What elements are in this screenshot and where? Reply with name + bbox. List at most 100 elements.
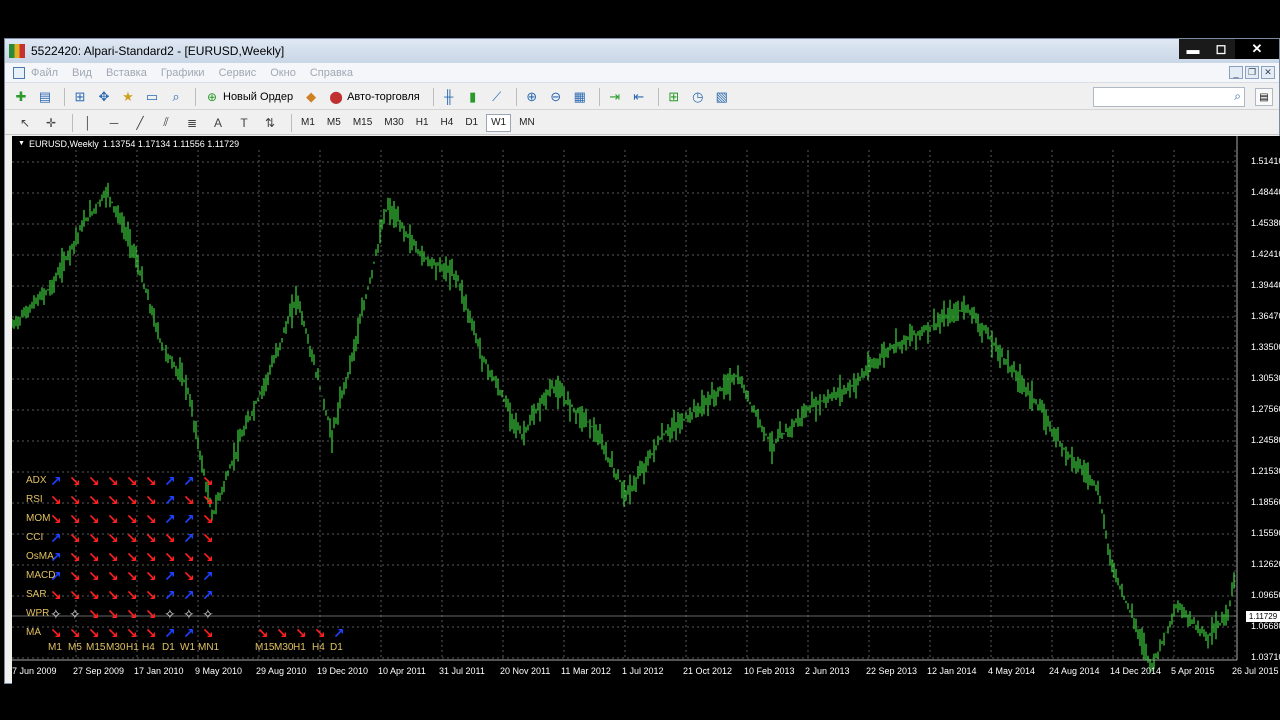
menu-window[interactable]: Окно bbox=[270, 67, 296, 79]
signal-down-arrow-icon: ↘ bbox=[145, 607, 157, 623]
signal-down-arrow-icon: ↘ bbox=[126, 588, 138, 604]
mdi-minimize-icon[interactable]: _ bbox=[1229, 66, 1243, 79]
title-bar[interactable]: 5522420: Alpari-Standard2 - [EURUSD,Week… bbox=[5, 39, 1279, 63]
signal-down-arrow-icon: ↘ bbox=[107, 569, 119, 585]
horizontal-line-icon[interactable]: ─ bbox=[104, 113, 124, 133]
panel-secondary-timeframe-label: H4 bbox=[312, 642, 325, 653]
new-order-button[interactable]: ⊕ Новый Ордер bbox=[201, 87, 297, 107]
signal-down-arrow-icon: ↘ bbox=[69, 569, 81, 585]
templates-icon[interactable]: ▧ bbox=[712, 87, 732, 107]
new-chart-icon[interactable]: ✚ bbox=[11, 87, 31, 107]
indicator-label-adx: ADX bbox=[26, 475, 47, 486]
timeframe-h1-button[interactable]: H1 bbox=[412, 114, 433, 132]
auto-scroll-icon[interactable]: ⇥ bbox=[605, 87, 625, 107]
timeframe-m15-button[interactable]: M15 bbox=[349, 114, 376, 132]
menu-help[interactable]: Справка bbox=[310, 67, 353, 79]
date-tick-label: 24 Aug 2014 bbox=[1049, 666, 1100, 676]
price-chart[interactable]: ▼ EURUSD,Weekly 1.13754 1.17134 1.11556 … bbox=[12, 136, 1280, 684]
timeframe-mn-button[interactable]: MN bbox=[515, 114, 539, 132]
search-icon[interactable]: ⌕ bbox=[1234, 89, 1241, 104]
date-tick-label: 12 Jan 2014 bbox=[927, 666, 977, 676]
menu-file[interactable]: Файл bbox=[31, 67, 58, 79]
indicators-icon[interactable]: ⊞ bbox=[664, 87, 684, 107]
new-order-icon: ⊕ bbox=[206, 89, 218, 104]
mdi-close-icon[interactable]: ✕ bbox=[1261, 66, 1275, 79]
date-tick-label: 27 Sep 2009 bbox=[73, 666, 125, 676]
signal-down-arrow-icon: ↘ bbox=[183, 493, 195, 509]
bar-chart-icon[interactable]: ╫ bbox=[439, 87, 459, 107]
zoom-out-icon[interactable]: ⊖ bbox=[546, 87, 566, 107]
meta-editor-icon[interactable]: ◆ bbox=[301, 87, 321, 107]
close-button[interactable]: ✕ bbox=[1235, 39, 1279, 59]
vertical-line-icon[interactable]: │ bbox=[78, 113, 98, 133]
signal-down-arrow-icon: ↘ bbox=[88, 512, 100, 528]
signal-up-arrow-icon: ↗ bbox=[202, 588, 214, 604]
menu-charts[interactable]: Графики bbox=[161, 67, 205, 79]
signal-down-arrow-icon: ↘ bbox=[257, 626, 269, 642]
price-tick-label: 1.12620 bbox=[1251, 559, 1280, 569]
text-icon[interactable]: A bbox=[208, 113, 228, 133]
menu-view[interactable]: Вид bbox=[72, 67, 92, 79]
crosshair-icon[interactable]: ✛ bbox=[41, 113, 61, 133]
menu-insert[interactable]: Вставка bbox=[106, 67, 147, 79]
signal-neutral-icon: ✧ bbox=[164, 607, 176, 623]
date-tick-label: 29 Aug 2010 bbox=[256, 666, 307, 676]
minimize-button[interactable]: ▬ bbox=[1179, 39, 1207, 59]
periods-icon[interactable]: ◷ bbox=[688, 87, 708, 107]
signal-down-arrow-icon: ↘ bbox=[314, 626, 326, 642]
arrows-icon[interactable]: ⇅ bbox=[260, 113, 280, 133]
text-label-icon[interactable]: T bbox=[234, 113, 254, 133]
timeframe-m30-button[interactable]: M30 bbox=[380, 114, 407, 132]
signal-down-arrow-icon: ↘ bbox=[202, 493, 214, 509]
timeframe-h4-button[interactable]: H4 bbox=[437, 114, 458, 132]
terminal-icon[interactable]: ▭ bbox=[142, 87, 162, 107]
signal-neutral-icon: ✧ bbox=[50, 607, 62, 623]
panel-secondary-timeframe-label: H1 bbox=[293, 642, 306, 653]
price-tick-label: 1.45380 bbox=[1251, 218, 1280, 228]
price-tick-label: 1.36470 bbox=[1251, 311, 1280, 321]
navigator-icon[interactable]: ★ bbox=[118, 87, 138, 107]
cursor-icon[interactable]: ↖ bbox=[15, 113, 35, 133]
indicator-label-cci: CCI bbox=[26, 532, 44, 543]
price-tick-label: 1.33500 bbox=[1251, 342, 1280, 352]
timeframe-d1-button[interactable]: D1 bbox=[461, 114, 482, 132]
timeframe-m5-button[interactable]: M5 bbox=[323, 114, 345, 132]
trendline-icon[interactable]: ╱ bbox=[130, 113, 150, 133]
mdi-restore-icon[interactable]: ❐ bbox=[1245, 66, 1259, 79]
strategy-tester-icon[interactable]: ⌕ bbox=[166, 87, 186, 107]
signal-down-arrow-icon: ↘ bbox=[295, 626, 307, 642]
market-watch-icon[interactable]: ⊞ bbox=[70, 87, 90, 107]
maximize-button[interactable]: ◻ bbox=[1207, 39, 1235, 59]
profiles-icon[interactable]: ▤ bbox=[35, 87, 55, 107]
chart-document-icon[interactable] bbox=[13, 66, 25, 79]
signal-down-arrow-icon: ↘ bbox=[126, 512, 138, 528]
signal-down-arrow-icon: ↘ bbox=[69, 531, 81, 547]
indicator-label-sar: SAR bbox=[26, 589, 47, 600]
signal-up-arrow-icon: ↗ bbox=[164, 626, 176, 642]
equidistant-channel-icon[interactable]: ⫽ bbox=[156, 113, 176, 133]
price-tick-label: 1.51410 bbox=[1251, 156, 1280, 166]
panel-timeframe-label: M15 bbox=[86, 642, 106, 653]
data-window-icon[interactable]: ✥ bbox=[94, 87, 114, 107]
chart-shift-icon[interactable]: ⇤ bbox=[629, 87, 649, 107]
signal-down-arrow-icon: ↘ bbox=[88, 493, 100, 509]
signal-down-arrow-icon: ↘ bbox=[88, 626, 100, 642]
timeframe-w1-button[interactable]: W1 bbox=[486, 113, 512, 132]
line-chart-icon[interactable]: ⟋ bbox=[487, 87, 507, 107]
candlestick-icon[interactable]: ▮ bbox=[463, 87, 483, 107]
fibonacci-icon[interactable]: ≣ bbox=[182, 113, 202, 133]
zoom-in-icon[interactable]: ⊕ bbox=[522, 87, 542, 107]
status-strip bbox=[4, 684, 1280, 720]
signal-down-arrow-icon: ↘ bbox=[107, 493, 119, 509]
timeframe-m1-button[interactable]: M1 bbox=[297, 114, 319, 132]
panel-timeframe-label: H4 bbox=[142, 642, 155, 653]
menu-tools[interactable]: Сервис bbox=[219, 67, 257, 79]
signal-down-arrow-icon: ↘ bbox=[88, 569, 100, 585]
auto-trading-button[interactable]: ⬤ Авто-торговля bbox=[325, 87, 424, 107]
panel-timeframe-label: D1 bbox=[162, 642, 175, 653]
search-input[interactable] bbox=[1093, 87, 1245, 107]
toolbar-options-icon[interactable]: ▤ bbox=[1255, 88, 1273, 106]
tile-windows-icon[interactable]: ▦ bbox=[570, 87, 590, 107]
signal-down-arrow-icon: ↘ bbox=[107, 550, 119, 566]
signal-down-arrow-icon: ↘ bbox=[164, 531, 176, 547]
